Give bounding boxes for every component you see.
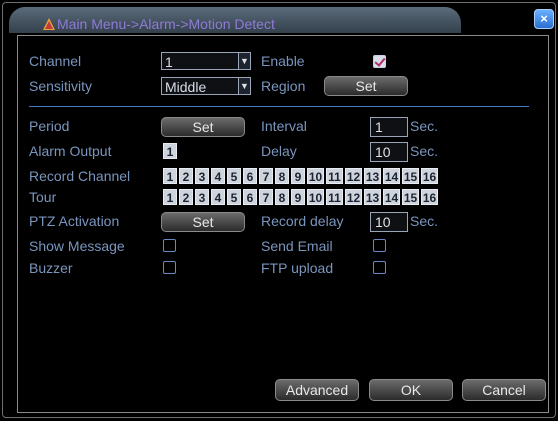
channel-value: 1	[165, 54, 173, 70]
close-icon: ×	[540, 11, 548, 26]
record-channel-label: Record Channel	[29, 168, 131, 184]
channel-label: Channel	[29, 53, 82, 69]
region-label: Region	[261, 78, 306, 94]
cancel-button[interactable]: Cancel	[462, 379, 546, 401]
record-channel-13[interactable]: 13	[364, 168, 381, 184]
motion-detect-window: Main Menu->Alarm->Motion Detect × Channe…	[0, 0, 558, 421]
tour-channel-14[interactable]: 14	[383, 189, 400, 205]
period-set-button[interactable]: Set	[161, 117, 245, 137]
ptz-activation-label: PTZ Activation	[29, 213, 120, 229]
send-email-label: Send Email	[261, 238, 333, 254]
record-channel-11[interactable]: 11	[326, 168, 343, 184]
window-frame: Main Menu->Alarm->Motion Detect × Channe…	[2, 2, 556, 418]
close-button[interactable]: ×	[534, 9, 554, 29]
record-channel-4[interactable]: 4	[211, 168, 225, 184]
delay-unit: Sec.	[410, 143, 439, 159]
record-channel-15[interactable]: 15	[402, 168, 419, 184]
region-set-button[interactable]: Set	[324, 76, 408, 96]
tour-channel-8[interactable]: 8	[275, 189, 289, 205]
interval-unit: Sec.	[410, 118, 439, 134]
record-delay-label: Record delay	[261, 213, 344, 229]
record-channel-16[interactable]: 16	[421, 168, 438, 184]
window-title: Main Menu->Alarm->Motion Detect	[57, 16, 275, 32]
title-bar[interactable]: Main Menu->Alarm->Motion Detect	[9, 7, 461, 33]
chevron-down-icon: ▼	[238, 78, 250, 94]
record-channel-2[interactable]: 2	[179, 168, 193, 184]
delay-label: Delay	[261, 143, 297, 159]
record-channel-8[interactable]: 8	[275, 168, 289, 184]
record-channel-10[interactable]: 10	[307, 168, 324, 184]
sensitivity-select[interactable]: Middle ▼	[161, 77, 251, 95]
period-label: Period	[29, 118, 70, 134]
record-channel-9[interactable]: 9	[291, 168, 305, 184]
tour-channel-9[interactable]: 9	[291, 189, 305, 205]
buzzer-checkbox[interactable]	[163, 261, 176, 274]
show-message-checkbox[interactable]	[163, 239, 176, 252]
tour-channel-10[interactable]: 10	[307, 189, 324, 205]
record-channel-12[interactable]: 12	[345, 168, 362, 184]
section-divider	[29, 106, 529, 107]
interval-label: Interval	[261, 118, 307, 134]
delay-input[interactable]: 10	[370, 142, 408, 162]
record-channel-7[interactable]: 7	[259, 168, 273, 184]
tour-channel-5[interactable]: 5	[227, 189, 241, 205]
interval-input[interactable]: 1	[370, 117, 408, 137]
record-delay-unit: Sec.	[410, 213, 439, 229]
record-channel-3[interactable]: 3	[195, 168, 209, 184]
record-channel-6[interactable]: 6	[243, 168, 257, 184]
tour-label: Tour	[29, 189, 57, 205]
ok-button[interactable]: OK	[369, 379, 453, 401]
tour-channel-15[interactable]: 15	[402, 189, 419, 205]
warning-icon	[43, 18, 55, 30]
record-delay-input[interactable]: 10	[370, 212, 408, 232]
send-email-checkbox[interactable]	[373, 239, 386, 252]
tour-channel-11[interactable]: 11	[326, 189, 343, 205]
advanced-button[interactable]: Advanced	[275, 379, 359, 401]
sensitivity-value: Middle	[165, 79, 207, 95]
enable-label: Enable	[261, 53, 305, 69]
channel-select[interactable]: 1 ▼	[161, 52, 251, 70]
show-message-label: Show Message	[29, 238, 125, 254]
buzzer-label: Buzzer	[29, 260, 73, 276]
tour-channel-7[interactable]: 7	[259, 189, 273, 205]
alarm-output-1[interactable]: 1	[163, 143, 177, 159]
tour-channel-12[interactable]: 12	[345, 189, 362, 205]
record-channel-14[interactable]: 14	[383, 168, 400, 184]
ftp-upload-label: FTP upload	[261, 260, 334, 276]
sensitivity-label: Sensitivity	[29, 78, 93, 94]
ftp-upload-checkbox[interactable]	[373, 261, 386, 274]
alarm-output-label: Alarm Output	[29, 143, 112, 159]
record-channel-5[interactable]: 5	[227, 168, 241, 184]
tour-channel-1[interactable]: 1	[163, 189, 177, 205]
tour-channel-6[interactable]: 6	[243, 189, 257, 205]
tour-channel-2[interactable]: 2	[179, 189, 193, 205]
tour-channel-13[interactable]: 13	[364, 189, 381, 205]
chevron-down-icon: ▼	[238, 53, 250, 69]
tour-channel-4[interactable]: 4	[211, 189, 225, 205]
record-channel-1[interactable]: 1	[163, 168, 177, 184]
tour-channel-16[interactable]: 16	[421, 189, 438, 205]
ptz-set-button[interactable]: Set	[161, 212, 245, 232]
tour-channel-3[interactable]: 3	[195, 189, 209, 205]
enable-checkbox[interactable]	[373, 55, 386, 68]
